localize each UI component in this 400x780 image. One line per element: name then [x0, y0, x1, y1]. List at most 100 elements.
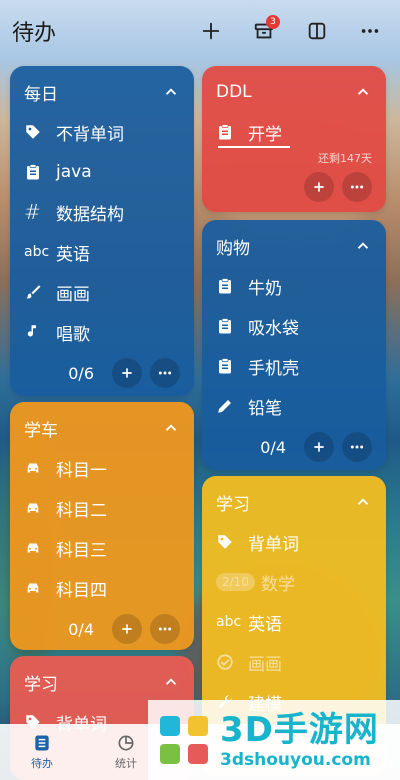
watermark-url: 3dshouyou.com — [220, 750, 371, 770]
item-label: 科目二 — [56, 500, 107, 521]
card-more-button[interactable] — [342, 432, 372, 462]
list-item[interactable]: java — [24, 152, 180, 192]
completion-count: 0/4 — [260, 437, 286, 457]
top-bar: 待办 3 — [0, 0, 400, 62]
card-more-button[interactable] — [150, 614, 180, 644]
abc-icon: abc — [24, 244, 50, 260]
card-title: 学习 — [24, 674, 58, 695]
list-item[interactable]: 画画 — [216, 642, 372, 682]
clipboard-icon — [216, 357, 244, 375]
add-item-button[interactable] — [304, 432, 334, 462]
item-label: 吸水袋 — [248, 318, 299, 339]
chevron-up-icon[interactable] — [354, 493, 372, 511]
nav-label: 统计 — [115, 757, 137, 770]
item-label: 开学 — [248, 124, 282, 145]
more-button[interactable] — [352, 13, 388, 49]
pie-chart-icon — [118, 735, 134, 751]
more-dots-icon — [158, 371, 172, 375]
chevron-up-icon[interactable] — [354, 83, 372, 101]
item-label: 科目一 — [56, 460, 107, 481]
list-item[interactable]: 科目四 — [24, 568, 180, 608]
clipboard-icon — [216, 317, 244, 335]
completion-count: 0/6 — [68, 363, 94, 383]
item-label: 科目三 — [56, 540, 107, 561]
more-dots-icon — [350, 185, 364, 189]
plus-icon — [314, 182, 324, 192]
clipboard-icon — [24, 163, 52, 181]
card-driving[interactable]: 学车 科目一 科目二 科目三 科目四 0/4 — [10, 402, 194, 650]
list-item[interactable]: 唱歌 — [24, 312, 180, 352]
list-item[interactable]: # 数据结构 — [24, 192, 180, 232]
list-item[interactable]: abc 英语 — [24, 232, 180, 272]
card-title: DDL — [216, 82, 252, 102]
item-label: 背单词 — [248, 534, 299, 555]
item-label: 画画 — [248, 654, 282, 675]
item-label: 手机壳 — [248, 358, 299, 379]
page-title: 待办 — [12, 21, 57, 46]
list-item[interactable]: 科目二 — [24, 488, 180, 528]
list-item[interactable]: 牛奶 — [216, 266, 372, 306]
nav-todo[interactable]: 待办 — [0, 733, 84, 771]
list-icon — [35, 735, 49, 751]
list-item[interactable]: 画画 — [24, 272, 180, 312]
split-view-icon — [308, 22, 326, 40]
item-label: 不背单词 — [56, 124, 124, 145]
watermark: 3D手游网 3dshouyou.com — [148, 700, 400, 780]
watermark-title: 3D手游网 — [220, 710, 379, 750]
chevron-up-icon[interactable] — [162, 673, 180, 691]
card-more-button[interactable] — [150, 358, 180, 388]
archive-button[interactable]: 3 — [246, 13, 282, 49]
clipboard-icon — [216, 123, 244, 141]
card-title: 每日 — [24, 84, 58, 105]
plus-icon — [122, 368, 132, 378]
card-daily[interactable]: 每日 不背单词 java # 数据结构 abc 英语 画画 唱歌 0/6 — [10, 66, 194, 396]
item-label: 数学 — [260, 574, 295, 595]
item-label: java — [56, 162, 92, 182]
card-title: 学车 — [24, 420, 58, 441]
item-label: 英语 — [56, 244, 90, 265]
list-item[interactable]: 背单词 — [216, 522, 372, 562]
brush-icon — [24, 283, 52, 301]
item-label: 数据结构 — [56, 204, 124, 225]
more-dots-icon — [158, 627, 172, 631]
chevron-up-icon[interactable] — [354, 237, 372, 255]
chevron-up-icon[interactable] — [162, 419, 180, 437]
card-ddl[interactable]: DDL 开学 还剩147天 — [202, 66, 386, 212]
item-label: 英语 — [248, 614, 282, 635]
card-shopping[interactable]: 购物 牛奶 吸水袋 手机壳 铅笔 0/4 — [202, 220, 386, 470]
list-item[interactable]: 科目一 — [24, 448, 180, 488]
layout-toggle-button[interactable] — [299, 13, 335, 49]
tag-icon — [24, 123, 52, 141]
list-item[interactable]: 吸水袋 — [216, 306, 372, 346]
abc-icon: abc — [216, 614, 242, 630]
car-icon — [24, 499, 52, 517]
plus-icon — [122, 624, 132, 634]
add-button[interactable] — [193, 13, 229, 49]
completion-count: 0/4 — [68, 619, 94, 639]
list-item[interactable]: 科目三 — [24, 528, 180, 568]
plus-icon — [202, 22, 220, 40]
car-icon — [24, 539, 52, 557]
item-label: 画画 — [56, 284, 90, 305]
more-dots-icon — [361, 29, 379, 33]
progress-pill: 2/10 — [216, 573, 255, 591]
archive-count-badge: 3 — [266, 15, 280, 29]
clipboard-icon — [216, 277, 244, 295]
card-more-button[interactable] — [342, 172, 372, 202]
list-item[interactable]: abc 英语 — [216, 602, 372, 642]
chevron-up-icon[interactable] — [162, 83, 180, 101]
list-item[interactable]: 不背单词 — [24, 112, 180, 152]
car-icon — [24, 459, 52, 477]
list-item[interactable]: 手机壳 — [216, 346, 372, 386]
more-dots-icon — [350, 445, 364, 449]
list-item[interactable]: 2/10 数学 — [216, 562, 372, 602]
card-title: 购物 — [216, 238, 250, 259]
add-item-button[interactable] — [112, 614, 142, 644]
plus-icon — [314, 442, 324, 452]
item-label: 唱歌 — [56, 324, 90, 345]
days-remaining: 还剩147天 — [318, 152, 372, 165]
list-item[interactable]: 铅笔 — [216, 386, 372, 426]
tag-icon — [216, 533, 244, 551]
add-item-button[interactable] — [304, 172, 334, 202]
add-item-button[interactable] — [112, 358, 142, 388]
